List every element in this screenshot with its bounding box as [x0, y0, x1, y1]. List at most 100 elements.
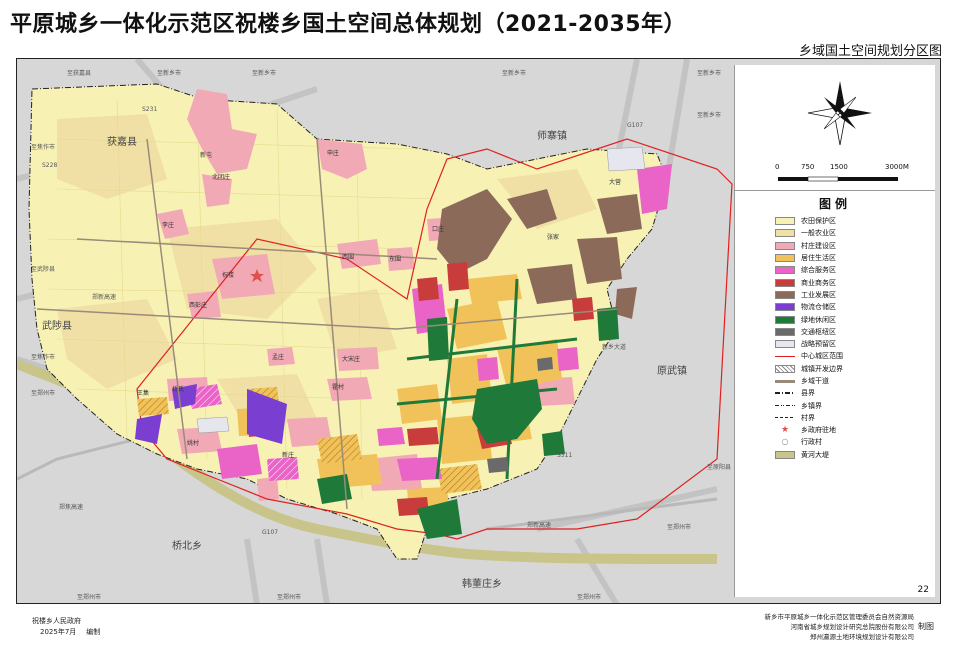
legend-label: 县界 [801, 389, 815, 398]
legend-label: 中心城区范围 [801, 352, 843, 361]
legend-swatch [775, 355, 795, 357]
scale-label-1500: 1500 [830, 163, 848, 171]
legend-label: 交通枢纽区 [801, 327, 836, 336]
label-xiwei: 西围 [342, 254, 354, 261]
label-yuanwu: 原武镇 [657, 364, 687, 377]
legend-item: 绿地休闲区 [775, 313, 935, 325]
road-xinxiang-avenue: 新乡大道 [602, 343, 626, 351]
legend-list: 农田保护区一般农业区村庄建设区居住生活区综合服务区 商业商务区 工业发展区物流仓储区… [775, 215, 935, 461]
legend-item: 县界 [775, 387, 935, 399]
legend-label: 乡域干道 [801, 377, 829, 385]
scale-label-3000: 3000M [885, 163, 909, 171]
label-daying: 大营 [609, 178, 621, 186]
legend-item: 一般农业区 [775, 227, 935, 239]
legend-swatch [775, 364, 795, 373]
scale-label-0: 0 [775, 163, 780, 171]
road-to-xinxiang-1: 至新乡市 [157, 69, 181, 77]
label-xinzhuang: 新庄 [282, 451, 294, 459]
legend-swatch [775, 450, 795, 459]
footer-date: 2025年7月 [40, 628, 77, 636]
label-qiaoshi: 桥氏 [172, 385, 184, 393]
label-xiancun: 大宋庄 [342, 355, 360, 363]
legend-swatch [775, 417, 795, 419]
road-to-jiaozuo-1: 至焦作市 [31, 143, 55, 151]
label-yaocun: 姚村 [187, 439, 199, 447]
road-to-zhengzhou-2: 至郑州市 [277, 593, 301, 601]
map-title: 平原城乡一体化示范区祝楼乡国土空间总体规划（2021-2035年） [10, 12, 687, 37]
road-zhengjiao-expressway: 郑焦高速 [59, 503, 83, 511]
label-huojia: 获嘉县 [107, 135, 137, 148]
legend-swatch [775, 404, 795, 407]
footer-authority: 祝楼乡人民政府 [32, 617, 81, 625]
label-zhangjia: 张家 [547, 233, 559, 241]
label-dongwei: 东围 [389, 255, 401, 263]
legend-label: 绿地休闲区 [801, 315, 836, 324]
road-to-huojia: 至获嘉县 [67, 69, 91, 77]
road-g107-b: G107 [262, 529, 278, 536]
road-to-xinxiang-2: 至新乡市 [252, 69, 276, 77]
legend-item: 综合服务区 [775, 264, 935, 276]
legend-label: 乡镇界 [801, 401, 822, 410]
map-subtitle: 乡域国土空间规划分区图 [798, 44, 942, 59]
legend-item: 商业商务区 [775, 276, 935, 288]
legend-item: 居住生活区 [775, 252, 935, 264]
legend-swatch [775, 241, 795, 250]
legend-panel: 0 750 1500 3000M 图例 农田保护区一般农业区村庄建设区居住生活区… [734, 65, 935, 597]
legend-label: 乡政府驻地 [801, 426, 836, 435]
legend-item: 城镇开发边界 [775, 363, 935, 375]
label-handong: 韩董庄乡 [462, 577, 502, 590]
legend-label: 黄河大堤 [801, 450, 829, 459]
label-wangji: 王集 [137, 389, 149, 397]
label-kouzhuang: 口庄 [432, 225, 444, 233]
legend-swatch [775, 392, 795, 395]
legend-swatch: ★ [780, 425, 790, 436]
footer-right: 新乡市平原城乡一体化示范区管理委员会自然资源局 河南省城乡规划设计研究总院股份有… [765, 612, 935, 642]
legend-label: 战略预留区 [801, 340, 836, 349]
label-lizhuang: 李庄 [162, 221, 174, 229]
road-s231: S231 [142, 106, 157, 113]
road-to-zhengzhou-1: 至郑州市 [77, 593, 101, 601]
zhengjiao-expressway [17, 437, 138, 481]
footer-org-3: 郑州瀛源土地环境规划设计有限公司 [810, 633, 914, 641]
footer-left: 祝楼乡人民政府 2025年7月 编制 [32, 616, 100, 638]
legend-swatch [775, 315, 795, 324]
scale-label-750: 750 [801, 163, 815, 171]
scale-labels: 0 750 1500 3000M [775, 163, 925, 177]
legend-label: 物流仓储区 [801, 303, 836, 312]
road-to-xinxiang-4: 至新乡市 [697, 69, 721, 77]
legend-item: 物流仓储区 [775, 301, 935, 313]
label-shizhai: 师寨镇 [537, 129, 567, 142]
road-to-zhengzhou-3: 至郑州市 [577, 593, 601, 601]
legend-swatch [775, 303, 795, 312]
legend-item: 中心城区范围 [775, 350, 935, 362]
scale-bar [778, 176, 898, 182]
north-arrow-icon [807, 81, 872, 146]
legend-item: 交通枢纽区 [775, 326, 935, 338]
road-to-xinxiang-5: 至新乡市 [697, 111, 721, 119]
legend-swatch [775, 327, 795, 336]
legend-label: 农田保护区 [801, 217, 836, 226]
road-s228: S228 [42, 162, 57, 169]
legend-label: 城镇开发边界 [801, 364, 843, 373]
label-beituan: 北团庄 [212, 173, 230, 181]
footer-bianzhi: 编制 [86, 628, 101, 636]
label-xintun: 新屯 [200, 151, 212, 159]
legend-swatch [775, 254, 795, 263]
road-g107-a: G107 [627, 122, 643, 129]
legend-label: 一般农业区 [801, 229, 836, 238]
road-s311: S311 [557, 452, 572, 459]
legend-label: 行政村 [801, 438, 822, 447]
legend-label: 村庄建设区 [801, 241, 836, 250]
legend-item: 工业发展区 [775, 289, 935, 301]
label-shenzhuang: 申庄 [327, 149, 339, 157]
legend-item: 村界 [775, 412, 935, 424]
road-zhengxin-expressway-1: 郑新高速 [527, 521, 551, 529]
label-mengzhuang: 孟庄 [272, 353, 284, 361]
legend-swatch [775, 229, 795, 238]
legend-label: 综合服务区 [801, 266, 836, 275]
legend-swatch [775, 340, 795, 349]
legend-title: 图例 [818, 197, 851, 211]
label-qiaobei: 桥北乡 [172, 540, 202, 552]
legend-swatch [775, 290, 795, 299]
label-xipeng: 西彭庄 [189, 301, 207, 309]
